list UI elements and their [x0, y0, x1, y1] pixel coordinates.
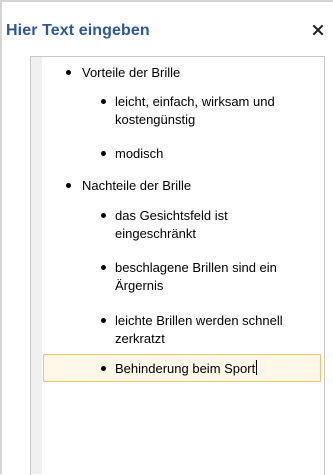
text-cursor [256, 360, 258, 375]
outline-item-sport[interactable]: Behinderung beim Sport [115, 360, 258, 378]
bullet-icon [101, 318, 106, 323]
outline-item-text: das Gesichtsfeld ist eingeschränkt [115, 208, 228, 241]
outline-item-nachteile[interactable]: Nachteile der Brille [82, 177, 191, 195]
bullet-icon [101, 366, 106, 371]
close-icon[interactable] [311, 23, 325, 37]
outline-item-beschlagene[interactable]: beschlagene Brillen sind ein Ärgernis [115, 259, 320, 295]
bullet-icon [101, 99, 106, 104]
bullet-icon [101, 213, 106, 218]
pane-header: Hier Text eingeben [2, 2, 333, 40]
outline-item-text: Vorteile der Brille [82, 65, 181, 80]
outline-item-zerkratzt[interactable]: leichte Brillen werden schnell zerkratzt [115, 312, 323, 348]
outline-item-modisch[interactable]: modisch [115, 145, 163, 163]
pane-title: Hier Text eingeben [6, 22, 150, 39]
bullet-icon [101, 151, 106, 156]
bullet-icon [66, 183, 71, 188]
bullet-icon [66, 70, 71, 75]
text-pane: Hier Text eingeben Vorteile der Brille l… [0, 0, 333, 475]
outline-item-text: leichte Brillen werden schnell zerkratzt [115, 313, 283, 346]
outline-item-text: leicht, einfach, wirksam und kostengünst… [115, 94, 275, 127]
bullet-icon [101, 265, 106, 270]
outline-item-text: Behinderung beim Sport [115, 361, 256, 376]
outline-item-text: Nachteile der Brille [82, 178, 192, 193]
outline-item-vorteile[interactable]: Vorteile der Brille [82, 64, 180, 82]
close-icon-glyph [312, 24, 324, 36]
outline-item-text: beschlagene Brillen sind ein Ärgernis [115, 260, 277, 293]
outline-item-leicht[interactable]: leicht, einfach, wirksam und kostengünst… [115, 93, 315, 129]
outline-item-text: modisch [115, 146, 164, 161]
pane-left-border [0, 0, 2, 474]
outline-item-gesichtsfeld[interactable]: das Gesichtsfeld ist eingeschränkt [115, 207, 295, 243]
